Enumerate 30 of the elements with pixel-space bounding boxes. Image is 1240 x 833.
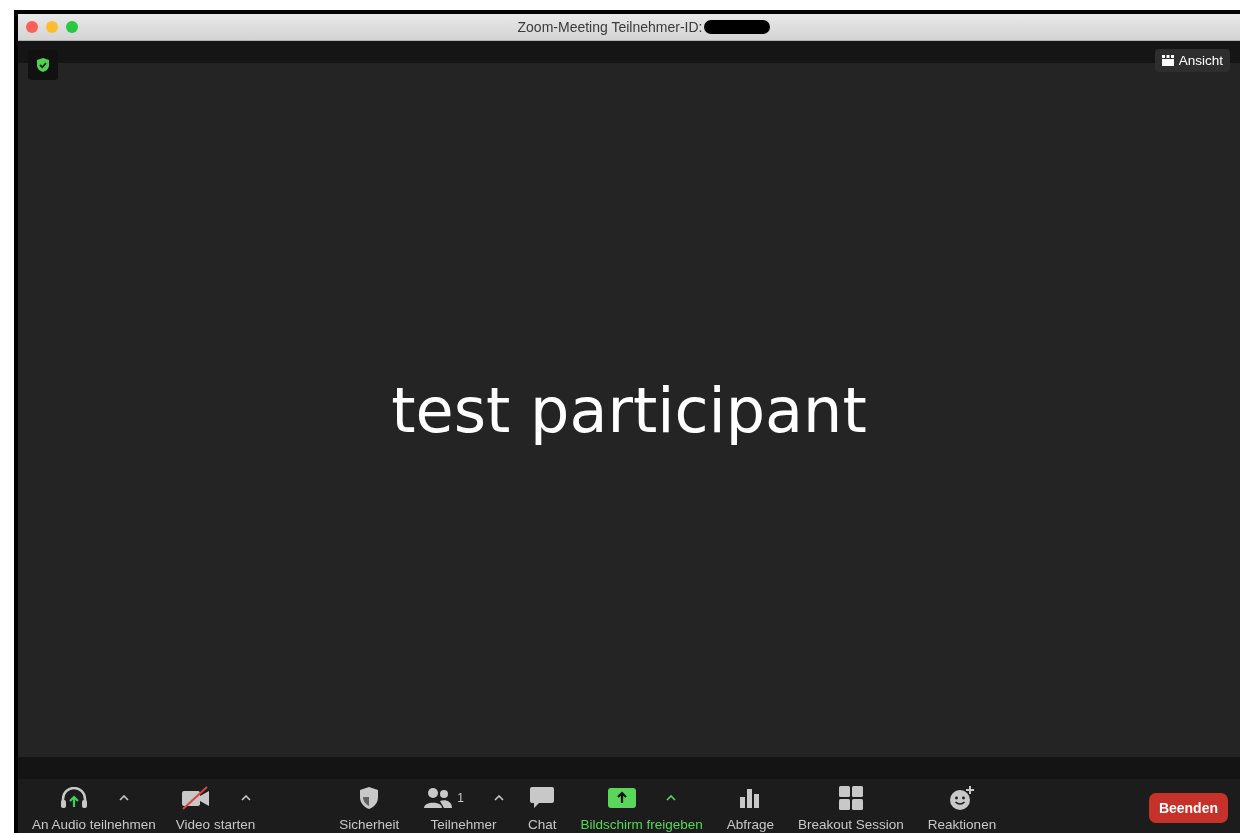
toolbar-button[interactable]: An Audio teilnehmen — [26, 782, 162, 833]
toolbar-button[interactable]: 1 Teilnehmer — [417, 782, 510, 833]
share-screen-icon — [607, 787, 636, 808]
shield-icon — [358, 785, 381, 810]
toolbar-button[interactable]: Reaktionen — [921, 782, 1003, 833]
caret-icon[interactable] — [493, 794, 504, 801]
end-meeting-button[interactable]: Beenden — [1148, 793, 1228, 823]
camera-off-icon — [180, 785, 211, 810]
window-title: Zoom-Meeting Teilnehmer-ID: — [517, 19, 703, 35]
toolbar-button[interactable]: Abfrage — [720, 782, 781, 833]
toolbar-button[interactable]: Bildschirm freigeben — [574, 782, 709, 833]
toolbar-button[interactable]: Breakout Session — [792, 782, 910, 833]
headphones-icon — [58, 786, 89, 809]
participant-name: test participant — [391, 373, 867, 447]
caret-icon[interactable] — [665, 794, 676, 801]
toolbar-button[interactable]: Sicherheit — [333, 782, 406, 833]
caret-icon[interactable] — [118, 794, 129, 801]
view-button[interactable]: Ansicht — [1154, 49, 1230, 72]
shield-check-icon — [36, 57, 50, 73]
grid-icon — [838, 785, 863, 810]
toolbar-button[interactable]: Video starten — [169, 782, 262, 833]
caret-icon[interactable] — [240, 794, 251, 801]
participant-count: 1 — [457, 790, 464, 805]
people-icon — [423, 786, 454, 809]
toolbar-button[interactable]: Chat — [521, 782, 563, 833]
gallery-icon — [1161, 55, 1174, 66]
chat-bubble-icon — [529, 785, 556, 810]
bar-chart-icon — [739, 786, 762, 809]
emoji-add-icon — [949, 784, 975, 811]
encryption-badge[interactable] — [28, 50, 58, 80]
